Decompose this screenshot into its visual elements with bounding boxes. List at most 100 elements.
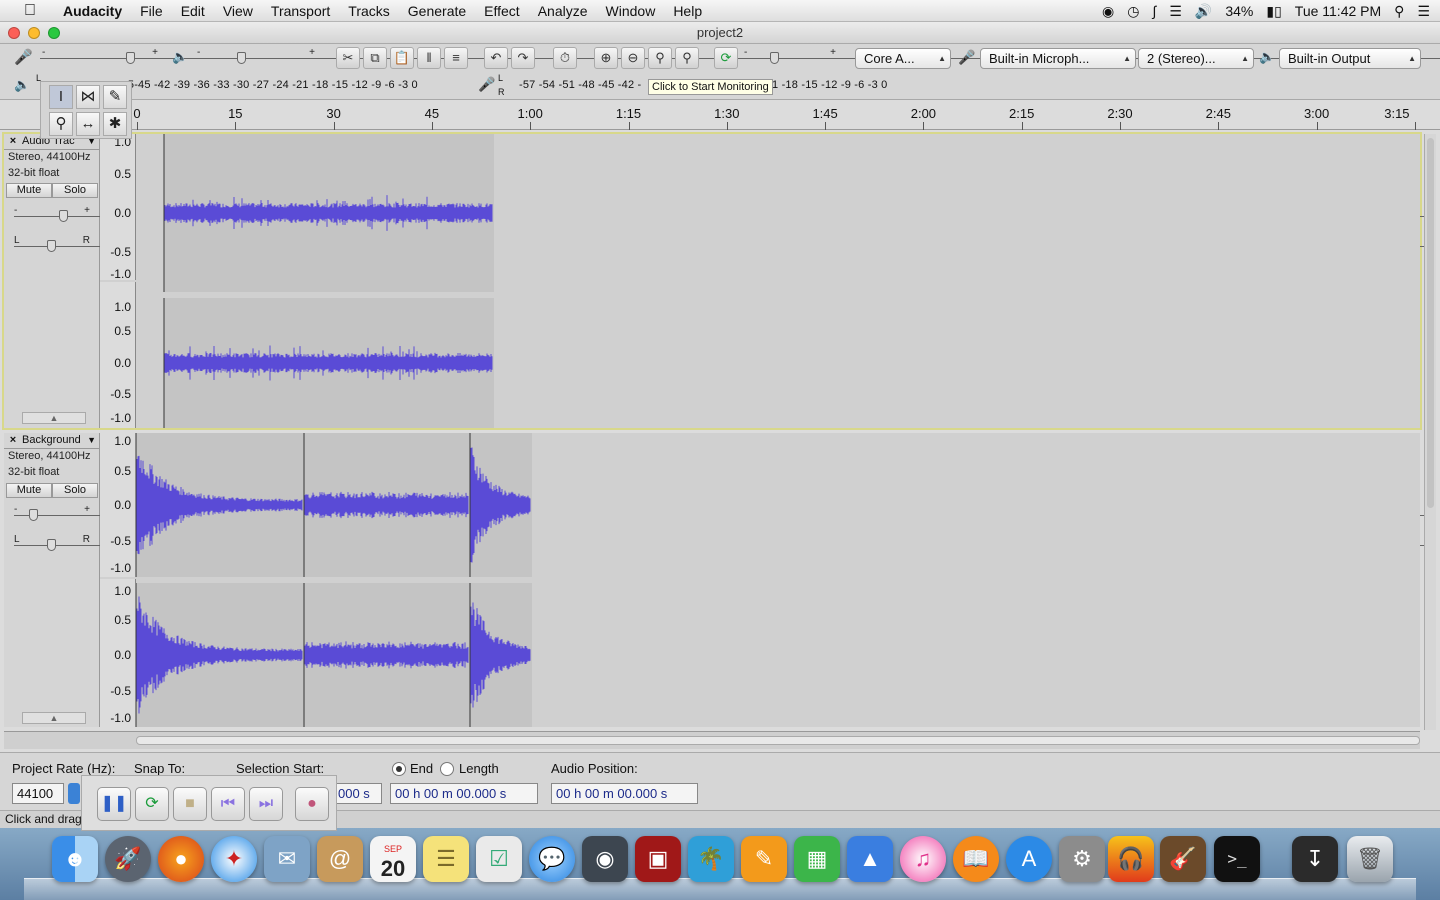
safari-icon[interactable]: ✦: [211, 836, 257, 882]
menu-window[interactable]: Window: [597, 0, 665, 22]
menu-generate[interactable]: Generate: [399, 0, 475, 22]
audio-track[interactable]: × Audio Trac ▼ Stereo, 44100Hz 32-bit fl…: [2, 132, 1430, 430]
facetime-icon[interactable]: ◉: [582, 836, 628, 882]
horizontal-scrollbar[interactable]: [4, 731, 1420, 749]
length-radio[interactable]: [440, 762, 454, 776]
mute-button[interactable]: Mute: [6, 483, 52, 498]
paste-button[interactable]: 📋: [390, 47, 414, 69]
input-device-select[interactable]: Built-in Microph... ▲: [980, 48, 1136, 69]
notification-center-icon[interactable]: ☰: [1417, 0, 1430, 22]
calendar-icon[interactable]: SEP 20: [370, 836, 416, 882]
audio-position-field[interactable]: 00 h 00 m 00.000 s: [551, 783, 698, 804]
zoom-in-button[interactable]: ⊕: [594, 47, 618, 69]
messages-icon[interactable]: 💬: [529, 836, 575, 882]
background-track[interactable]: × Background ▼ Stereo, 44100Hz 32-bit fl…: [4, 433, 1430, 727]
skip-to-end-button[interactable]: ⏭: [249, 787, 283, 821]
redo-button[interactable]: ↷: [511, 47, 535, 69]
record-meter-scale[interactable]: -57 -54 -51 -48 -45 -42 -: [519, 79, 641, 91]
skip-to-start-button[interactable]: ⏮: [211, 787, 245, 821]
trash-icon[interactable]: 🗑: [1347, 836, 1393, 882]
volume-icon[interactable]: 🔊: [1195, 0, 1212, 22]
scrollbar-thumb[interactable]: [136, 736, 1420, 745]
waveform-left-channel[interactable]: [136, 134, 1420, 292]
clock[interactable]: Tue 11:42 PM: [1295, 0, 1381, 22]
vertical-scrollbar-thumb[interactable]: [1427, 138, 1434, 508]
track-menu-arrow-icon[interactable]: ▼: [87, 433, 96, 448]
menu-file[interactable]: File: [131, 0, 172, 22]
multi-tool-icon[interactable]: ✱: [103, 112, 127, 136]
battery-icon[interactable]: ▮▯: [1266, 0, 1281, 22]
record-button[interactable]: ●: [295, 787, 329, 821]
track-name-row[interactable]: × Background ▼: [4, 433, 100, 449]
ibooks-icon[interactable]: 📖: [953, 836, 999, 882]
length-radio-label[interactable]: Length: [459, 761, 499, 776]
waveform-left-channel[interactable]: [136, 433, 1420, 577]
solo-button[interactable]: Solo: [52, 183, 98, 198]
time-machine-icon[interactable]: ◷: [1127, 0, 1139, 22]
project-rate-dropdown-arrow[interactable]: [68, 783, 80, 804]
copy-button[interactable]: ⧉: [363, 47, 387, 69]
menu-audacity[interactable]: Audacity: [54, 0, 131, 22]
terminal-icon[interactable]: >_: [1214, 836, 1260, 882]
track-gain-slider[interactable]: - +: [14, 504, 1430, 525]
fit-project-button[interactable]: ⚲: [675, 47, 699, 69]
contacts-icon[interactable]: @: [317, 836, 363, 882]
playback-meter-speaker-icon[interactable]: 🔈: [14, 77, 30, 93]
record-meter-mic-icon[interactable]: 🎤: [478, 76, 495, 93]
cut-button[interactable]: ✂: [336, 47, 360, 69]
firefox-icon[interactable]: ●: [158, 836, 204, 882]
menu-analyze[interactable]: Analyze: [529, 0, 597, 22]
project-rate-field[interactable]: 44100: [12, 783, 64, 804]
zoom-tool-icon[interactable]: ⚲: [49, 112, 73, 136]
selection-tool-icon[interactable]: I: [49, 85, 73, 109]
record-meter-scale-end[interactable]: 1 -18 -15 -12 -9 -6 -3 0: [772, 79, 887, 91]
notes-icon[interactable]: ☰: [423, 836, 469, 882]
spotlight-search-icon[interactable]: ⚲: [1394, 0, 1404, 22]
draw-tool-icon[interactable]: ✎: [103, 85, 127, 109]
downloads-icon[interactable]: ↧: [1292, 836, 1338, 882]
track-gain-slider[interactable]: - +: [14, 205, 1430, 226]
mute-button[interactable]: Mute: [6, 183, 52, 198]
menu-tracks[interactable]: Tracks: [339, 0, 398, 22]
envelope-tool-icon[interactable]: ⋈: [76, 85, 100, 109]
track-pan-slider[interactable]: L R: [14, 235, 1430, 256]
waveform-right-channel[interactable]: [136, 583, 1420, 727]
close-track-icon[interactable]: ×: [6, 134, 20, 149]
numbers-icon[interactable]: ▦: [794, 836, 840, 882]
battery-percent[interactable]: 34%: [1225, 0, 1253, 22]
playback-speed-slider[interactable]: - +: [742, 47, 1440, 68]
pages-icon[interactable]: ✎: [741, 836, 787, 882]
pause-button[interactable]: ❚❚: [97, 787, 131, 821]
waveform-right-channel[interactable]: [136, 298, 1420, 428]
playback-meter[interactable]: -5-45 -42 -39 -36 -33 -30 -27 -24 -21 -1…: [124, 79, 418, 91]
menu-effect[interactable]: Effect: [475, 0, 529, 22]
solo-button[interactable]: Solo: [52, 483, 98, 498]
zoom-out-button[interactable]: ⊖: [621, 47, 645, 69]
finder-icon[interactable]: ☻: [52, 836, 98, 882]
iphoto-icon[interactable]: 🌴: [688, 836, 734, 882]
output-volume-slider[interactable]: - +: [195, 47, 1440, 68]
close-track-icon[interactable]: ×: [6, 433, 20, 448]
selection-end-field[interactable]: 00 h 00 m 00.000 s: [390, 783, 538, 804]
track-name[interactable]: Background: [22, 433, 86, 448]
timeline-ruler[interactable]: 0 15 30 45 1:00 1:15 1:30 1:45 2:00 2:15 2:30 2:45 3…: [0, 100, 1440, 130]
vertical-scrollbar[interactable]: [1424, 134, 1436, 730]
garageband-icon[interactable]: 🎸: [1160, 836, 1206, 882]
creative-cloud-icon[interactable]: ◉: [1102, 0, 1114, 22]
end-radio-label[interactable]: End: [410, 761, 433, 776]
launchpad-icon[interactable]: 🚀: [105, 836, 151, 882]
loop-play-icon[interactable]: ⟳: [714, 47, 738, 69]
time-shift-tool-icon[interactable]: ↔: [76, 112, 100, 136]
menu-transport[interactable]: Transport: [262, 0, 339, 22]
end-radio[interactable]: [392, 762, 406, 776]
reminders-icon[interactable]: ☑: [476, 836, 522, 882]
collapse-track-icon[interactable]: ▲: [22, 412, 86, 424]
silence-audio-button[interactable]: ≡: [444, 47, 468, 69]
collapse-track-icon[interactable]: ▲: [22, 712, 86, 724]
keynote-icon[interactable]: ▲: [847, 836, 893, 882]
selection-start-field[interactable]: 000 s: [334, 783, 382, 804]
photo-booth-icon[interactable]: ▣: [635, 836, 681, 882]
bluetooth-icon[interactable]: ∫: [1152, 0, 1156, 22]
apple-logo-icon[interactable]: : [18, 2, 42, 20]
channels-select[interactable]: 2 (Stereo)... ▲: [1138, 48, 1254, 69]
